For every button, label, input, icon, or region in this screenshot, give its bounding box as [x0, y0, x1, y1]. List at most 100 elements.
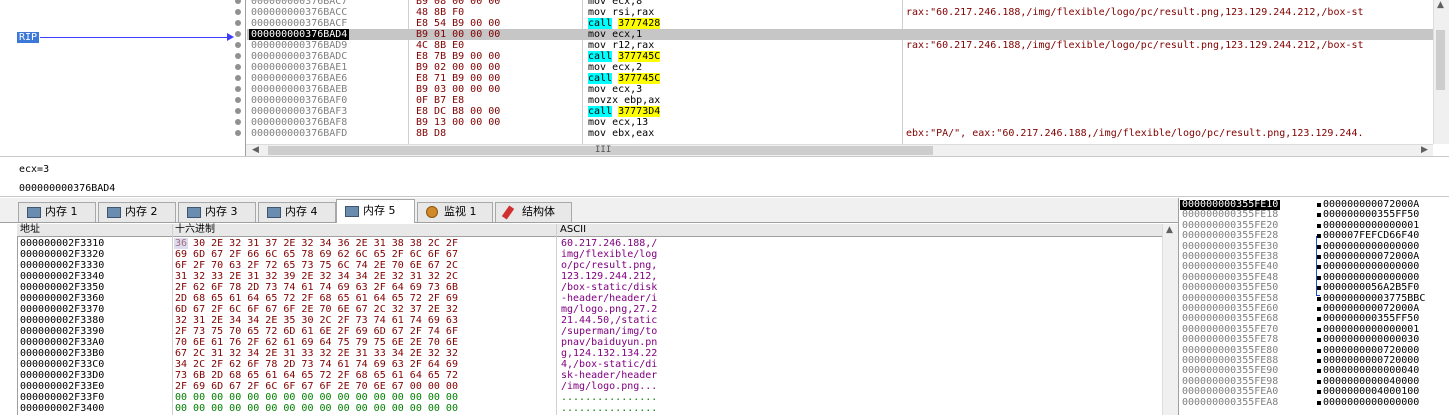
instruction-text[interactable]: mov r12,rax	[588, 40, 654, 51]
disassembly-pane[interactable]: 000000000376BAC7 B9 08 00 00 00 mov ecx,8 0…	[0, 0, 1449, 157]
dump-ascii[interactable]: /superman/img/to	[561, 326, 657, 337]
dump-row[interactable]: 000000002F3320 69 6D 67 2F 66 6C 65 78 69…	[0, 249, 1160, 260]
call-target[interactable]: 377745C	[618, 51, 661, 62]
dump-ascii[interactable]: sk-header/header	[561, 370, 657, 381]
dump-row[interactable]: 000000002F33D0 73 6B 2D 68 65 61 64 65 72…	[0, 370, 1160, 381]
dump-row[interactable]: 000000002F33A0 70 6E 61 76 2F 62 61 69 64…	[0, 337, 1160, 348]
tab-7[interactable]: 结构体	[495, 202, 572, 222]
instruction-address[interactable]: 000000000376BAF0	[251, 95, 347, 106]
dump-row[interactable]: 000000002F3340 31 32 33 2E 31 32 39 2E 32…	[0, 271, 1160, 282]
dump-hex[interactable]: 73 6B 2D 68 65 61 64 65 72 2F 68 65 61 6…	[175, 370, 458, 381]
stack-value[interactable]: 0000000000000040	[1323, 366, 1419, 376]
dump-row[interactable]: 000000002F33F0 00 00 00 00 00 00 00 00 00…	[0, 392, 1160, 403]
instruction-address[interactable]: 000000000376BAE6	[251, 73, 347, 84]
dump-row[interactable]: 000000002F3390 2F 73 75 70 65 72 6D 61 6E…	[0, 326, 1160, 337]
breakpoint-dot-icon[interactable]	[235, 20, 241, 26]
dump-hex[interactable]: 2F 73 75 70 65 72 6D 61 6E 2F 69 6D 67 2…	[175, 326, 458, 337]
dump-row[interactable]: 000000002F3360 2D 68 65 61 64 65 72 2F 68…	[0, 293, 1160, 304]
instruction-text[interactable]: call 377745C	[588, 51, 661, 62]
instruction-text[interactable]: mov ecx,1	[588, 29, 642, 40]
dump-address[interactable]: 000000002F3380	[20, 315, 104, 326]
instruction-address[interactable]: 000000000376BACF	[251, 18, 347, 29]
tab-4[interactable]: 内存 4	[258, 202, 336, 222]
dump-row[interactable]: 000000002F33B0 67 2C 31 32 34 2E 31 33 32…	[0, 348, 1160, 359]
disassembly-row[interactable]: 000000000376BAE6 E8 71 B9 00 00 call 37774…	[0, 73, 1433, 84]
instruction-text[interactable]: call 377745C	[588, 73, 661, 84]
dump-hex[interactable]: 00 00 00 00 00 00 00 00 00 00 00 00 00 0…	[175, 392, 458, 403]
call-target[interactable]: 3777428	[618, 18, 661, 29]
stack-address[interactable]: 000000000355FE28	[1182, 231, 1278, 241]
dump-address[interactable]: 000000002F3370	[20, 304, 104, 315]
dump-address[interactable]: 000000002F3400	[20, 403, 104, 414]
column-header-hex[interactable]: 十六进制	[175, 224, 215, 236]
instruction-address[interactable]: 000000000376BAF8	[251, 117, 347, 128]
call-target[interactable]: 377745C	[618, 73, 661, 84]
dump-ascii[interactable]: 4,/box-static/di	[561, 359, 657, 370]
dump-address[interactable]: 000000002F3360	[20, 293, 104, 304]
dump-ascii[interactable]: ................	[561, 403, 657, 414]
dump-row[interactable]: 000000002F3330 6F 2F 70 63 2F 72 65 73 75…	[0, 260, 1160, 271]
instruction-address[interactable]: 000000000376BAC7	[251, 0, 347, 7]
dump-row[interactable]: 000000002F3380 32 31 2E 34 34 2E 35 30 2C…	[0, 315, 1160, 326]
stack-address[interactable]: 000000000355FEA8	[1182, 397, 1278, 408]
dump-row[interactable]: 000000002F33E0 2F 69 6D 67 2F 6C 6F 67 6F…	[0, 381, 1160, 392]
stack-value[interactable]: 0000000004000100	[1323, 387, 1419, 397]
instruction-text[interactable]: mov ecx,13	[588, 117, 648, 128]
tab-1[interactable]: 内存 1	[18, 202, 96, 222]
tab-6[interactable]: 监视 1	[417, 202, 493, 222]
instruction-text[interactable]: call 3777428	[588, 18, 661, 29]
dump-ascii[interactable]: mg/logo.png,27.2	[561, 304, 657, 315]
dump-ascii[interactable]: 21.44.50,/static	[561, 315, 657, 326]
dump-hex[interactable]: 69 6D 67 2F 66 6C 65 78 69 62 6C 65 2F 6…	[175, 249, 458, 260]
breakpoint-dot-icon[interactable]	[235, 53, 241, 59]
dump-ascii[interactable]: 60.217.246.188,/	[561, 238, 657, 249]
disassembly-row[interactable]: 000000000376BAF3 E8 DC B8 00 00 call 37773…	[0, 106, 1433, 117]
dump-hex[interactable]: 2F 62 6F 78 2D 73 74 61 74 69 63 2F 64 6…	[175, 282, 458, 293]
breakpoint-dot-icon[interactable]	[235, 42, 241, 48]
dump-hex[interactable]: 2F 69 6D 67 2F 6C 6F 67 6F 2E 70 6E 67 0…	[175, 381, 458, 392]
instruction-text[interactable]: movzx ebp,ax	[588, 95, 660, 106]
stack-value[interactable]: 0000000000000030	[1323, 335, 1419, 345]
instruction-text[interactable]: mov rsi,rax	[588, 7, 654, 18]
dump-hex[interactable]: 6D 67 2F 6C 6F 67 6F 2E 70 6E 67 2C 32 3…	[175, 304, 458, 315]
stack-value[interactable]: 000000000355FF50	[1323, 210, 1419, 220]
dump-hex[interactable]: 31 32 33 2E 31 32 39 2E 32 34 34 2E 32 3…	[175, 271, 458, 282]
stack-address[interactable]: 000000000355FE68	[1182, 314, 1278, 324]
dump-address[interactable]: 000000002F33F0	[20, 392, 104, 403]
dump-ascii[interactable]: img/flexible/log	[561, 249, 657, 260]
instruction-address[interactable]: 000000000376BAD9	[251, 40, 347, 51]
dump-address[interactable]: 000000002F3390	[20, 326, 104, 337]
breakpoint-dot-icon[interactable]	[235, 130, 241, 136]
dump-address[interactable]: 000000002F33A0	[20, 337, 104, 348]
dump-hex[interactable]: 67 2C 31 32 34 2E 31 33 32 2E 31 33 34 2…	[175, 348, 458, 359]
instruction-address[interactable]: 000000000376BADC	[251, 51, 347, 62]
disassembly-row[interactable]: 000000000376BADC E8 7B B9 00 00 call 37774…	[0, 51, 1433, 62]
disassembly-row[interactable]: 000000000376BAD4 B9 01 00 00 00 mov ecx,1	[247, 29, 1449, 40]
dump-address[interactable]: 000000002F33D0	[20, 370, 104, 381]
dump-hex[interactable]: 6F 2F 70 63 2F 72 65 73 75 6C 74 2E 70 6…	[175, 260, 458, 271]
dump-ascii[interactable]: g,124.132.134.22	[561, 348, 657, 359]
instruction-text[interactable]: mov ecx,3	[588, 84, 642, 95]
dump-address[interactable]: 000000002F3320	[20, 249, 104, 260]
instruction-address[interactable]: 000000000376BAF3	[251, 106, 347, 117]
dump-address[interactable]: 000000002F33E0	[20, 381, 104, 392]
scroll-up-icon[interactable]: ▲	[1166, 225, 1173, 236]
dump-hex[interactable]: 2D 68 65 61 64 65 72 2F 68 65 61 64 65 7…	[175, 293, 458, 304]
dump-ascii[interactable]: ................	[561, 392, 657, 403]
dump-ascii[interactable]: 123.129.244.212,	[561, 271, 657, 282]
dump-hex[interactable]: 32 31 2E 34 34 2E 35 30 2C 2F 73 74 61 7…	[175, 315, 458, 326]
instruction-text[interactable]: mov ecx,8	[588, 0, 642, 7]
tab-5[interactable]: 内存 5	[336, 199, 415, 223]
stack-address[interactable]: 000000000355FE18	[1182, 210, 1278, 220]
stack-address[interactable]: 000000000355FE40	[1182, 262, 1278, 272]
disassembly-row[interactable]: 000000000376BAF0 0F B7 E8 movzx ebp,ax	[0, 95, 1433, 106]
dump-address[interactable]: 000000002F3310	[20, 238, 104, 249]
disassembly-row[interactable]: 000000000376BAFD 8B D8 mov ebx,eax ebx:"PA/…	[0, 128, 1433, 139]
stack-value[interactable]: 0000000000000000	[1323, 397, 1419, 408]
disassembly-row[interactable]: 000000000376BAE1 B9 02 00 00 00 mov ecx,2	[0, 62, 1433, 73]
breakpoint-dot-icon[interactable]	[235, 75, 241, 81]
disassembly-row[interactable]: 000000000376BACF E8 54 B9 00 00 call 37774…	[0, 18, 1433, 29]
dump-address[interactable]: 000000002F33B0	[20, 348, 104, 359]
instruction-address[interactable]: 000000000376BAFD	[251, 128, 347, 139]
call-target[interactable]: 37773D4	[618, 106, 661, 117]
